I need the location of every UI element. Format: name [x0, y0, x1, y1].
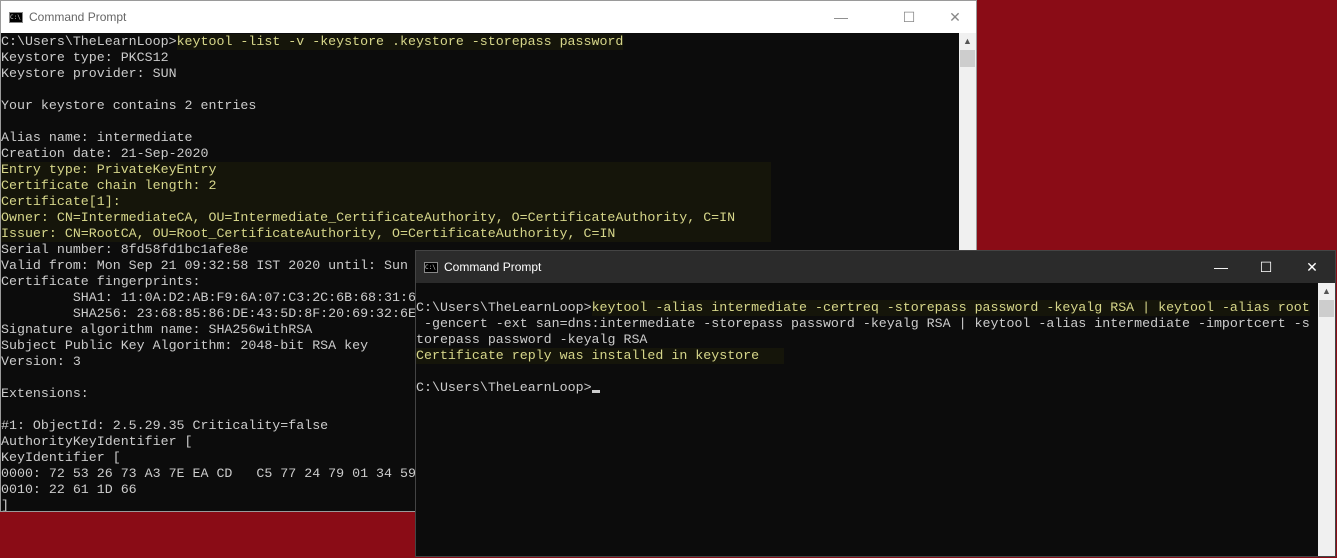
highlighted-output: Certificate[1]: — [1, 194, 771, 210]
terminal-line: Issuer: CN=RootCA, OU=Root_CertificateAu… — [1, 226, 959, 242]
output-text: Valid from: Mon Sep 21 09:32:58 IST 2020… — [1, 258, 408, 273]
window-title: Command Prompt — [444, 260, 542, 274]
minimize-button[interactable]: — — [1198, 251, 1244, 283]
terminal-line: C:\Users\TheLearnLoop>keytool -list -v -… — [1, 34, 959, 50]
terminal-line: Entry type: PrivateKeyEntry — [1, 162, 959, 178]
title-bar[interactable]: C:\ Command Prompt — ☐ ✕ — [416, 251, 1335, 283]
cmd-app-icon: C:\ — [9, 11, 23, 23]
scroll-thumb[interactable] — [1319, 300, 1334, 317]
command-prompt-window-front[interactable]: C:\ Command Prompt — ☐ ✕ C:\Users\TheLea… — [415, 250, 1336, 557]
highlighted-output: Certificate chain length: 2 — [1, 178, 771, 194]
output-text: #1: ObjectId: 2.5.29.35 Criticality=fals… — [1, 418, 329, 433]
close-button[interactable]: ✕ — [1289, 251, 1335, 283]
prompt-text: C:\Users\TheLearnLoop> — [1, 34, 177, 49]
output-text: KeyIdentifier [ — [1, 450, 121, 465]
output-text: -gencert -ext san=dns:intermediate -stor… — [416, 316, 1310, 331]
command-text: keytool -alias intermediate -certreq -st… — [591, 300, 1310, 316]
terminal-line: C:\Users\TheLearnLoop>keytool -alias int… — [416, 300, 1318, 316]
text-cursor — [591, 390, 600, 393]
output-text: Alias name: intermediate — [1, 130, 193, 145]
highlighted-output: Certificate reply was installed in keyst… — [416, 348, 784, 364]
terminal-line: Certificate reply was installed in keyst… — [416, 348, 1318, 364]
output-text: Creation date: 21-Sep-2020 — [1, 146, 209, 161]
terminal-line: Alias name: intermediate — [1, 130, 959, 146]
output-text: Keystore provider: SUN — [1, 66, 177, 81]
cmd-app-icon: C:\ — [424, 261, 438, 273]
window-title: Command Prompt — [29, 10, 127, 24]
close-button[interactable]: ✕ — [932, 1, 978, 33]
output-text: ] — [1, 498, 9, 511]
output-text: SHA1: 11:0A:D2:AB:F9:6A:07:C3:2C:6B:68:3… — [1, 290, 416, 305]
output-text: Version: 3 — [1, 354, 81, 369]
title-bar[interactable]: C:\ Command Prompt — ☐ ✕ — [1, 1, 976, 33]
terminal-line: Keystore type: PKCS12 — [1, 50, 959, 66]
terminal-line: Certificate[1]: — [1, 194, 959, 210]
terminal-line: Keystore provider: SUN — [1, 66, 959, 82]
scroll-up-icon[interactable]: ▲ — [1318, 283, 1335, 300]
terminal-line: -gencert -ext san=dns:intermediate -stor… — [416, 316, 1318, 332]
output-text: AuthorityKeyIdentifier [ — [1, 434, 193, 449]
scroll-up-icon[interactable]: ▲ — [959, 33, 976, 50]
output-text: Extensions: — [1, 386, 89, 401]
terminal-line: Your keystore contains 2 entries — [1, 98, 959, 114]
prompt-text: C:\Users\TheLearnLoop> — [416, 380, 592, 395]
minimize-button[interactable]: — — [818, 1, 864, 33]
output-text: Your keystore contains 2 entries — [1, 98, 257, 113]
terminal-line: Creation date: 21-Sep-2020 — [1, 146, 959, 162]
output-text: Keystore type: PKCS12 — [1, 50, 169, 65]
highlighted-output: Owner: CN=IntermediateCA, OU=Intermediat… — [1, 210, 771, 226]
command-text: keytool -list -v -keystore .keystore -st… — [176, 34, 624, 50]
scroll-thumb[interactable] — [960, 50, 975, 67]
output-text: SHA256: 23:68:85:86:DE:43:5D:8F:20:69:32… — [1, 306, 416, 321]
terminal-line: Owner: CN=IntermediateCA, OU=Intermediat… — [1, 210, 959, 226]
output-text: 0010: 22 61 1D 66 — [1, 482, 137, 497]
terminal-output[interactable]: C:\Users\TheLearnLoop>keytool -alias int… — [416, 283, 1318, 556]
terminal-line: C:\Users\TheLearnLoop> — [416, 380, 1318, 396]
output-text: Subject Public Key Algorithm: 2048-bit R… — [1, 338, 369, 353]
output-text: Serial number: 8fd58fd1bc1afe8e — [1, 242, 249, 257]
maximize-button[interactable]: ☐ — [886, 1, 932, 33]
output-text: Certificate fingerprints: — [1, 274, 201, 289]
terminal-line: Certificate chain length: 2 — [1, 178, 959, 194]
output-text: Signature algorithm name: SHA256withRSA — [1, 322, 313, 337]
scrollbar[interactable]: ▲ — [1318, 283, 1335, 556]
terminal-line: torepass password -keyalg RSA — [416, 332, 1318, 348]
output-text: 0000: 72 53 26 73 A3 7E EA CD C5 77 24 7… — [1, 466, 416, 481]
output-text: torepass password -keyalg RSA — [416, 332, 648, 347]
maximize-button[interactable]: ☐ — [1243, 251, 1289, 283]
highlighted-output: Issuer: CN=RootCA, OU=Root_CertificateAu… — [1, 226, 771, 242]
prompt-text: C:\Users\TheLearnLoop> — [416, 300, 592, 315]
highlighted-output: Entry type: PrivateKeyEntry — [1, 162, 771, 178]
